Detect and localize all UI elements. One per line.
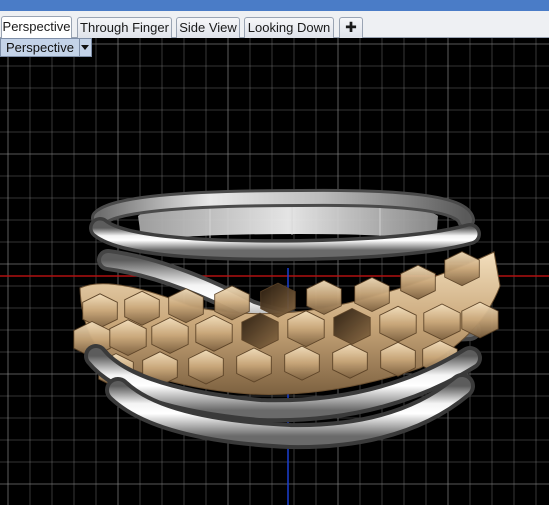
viewport-tab-bar: Perspective Through Finger Side View Loo… [0,11,549,39]
tab-through-finger[interactable]: Through Finger [77,17,172,38]
viewport-title-control[interactable]: Perspective [0,38,92,57]
tab-perspective[interactable]: Perspective [1,16,72,39]
tab-side-view[interactable]: Side View [176,17,240,38]
viewport-menu-button[interactable] [79,38,92,57]
plus-icon: ✚ [345,19,357,35]
ring-model[interactable] [73,188,501,450]
add-tab-button[interactable]: ✚ [339,17,363,38]
window-title-strip [0,0,549,11]
perspective-viewport[interactable] [0,38,549,505]
tab-looking-down[interactable]: Looking Down [244,17,334,38]
triangle-down-icon [81,45,90,50]
viewport-title-label[interactable]: Perspective [0,38,80,57]
rhino-viewport-window: Perspective Through Finger Side View Loo… [0,0,549,505]
